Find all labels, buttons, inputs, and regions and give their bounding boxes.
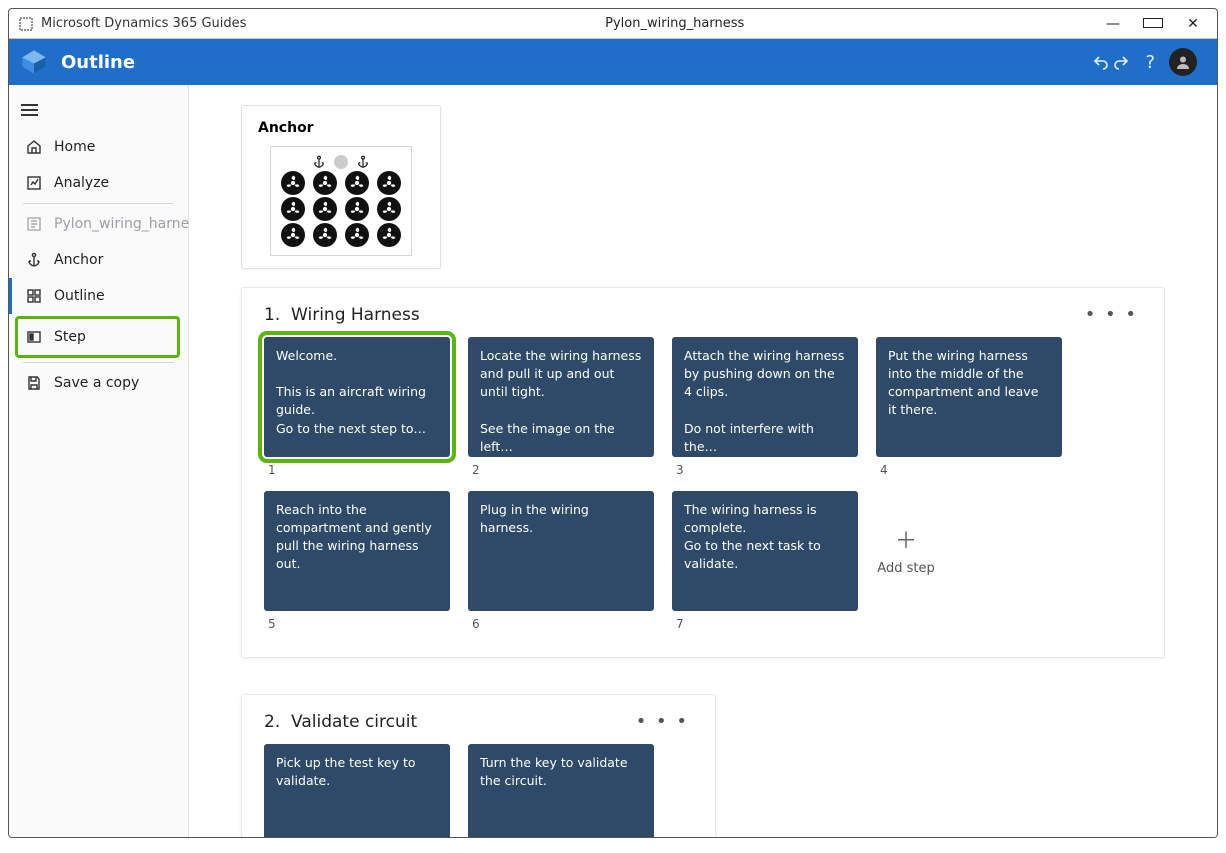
nav-divider-2 — [23, 362, 174, 363]
undo-button[interactable] — [1093, 54, 1109, 70]
step-number: 5 — [268, 617, 450, 631]
app-name: Microsoft Dynamics 365 Guides — [41, 16, 246, 31]
task-title: 2. Validate circuit — [264, 712, 417, 732]
anchor-icon — [312, 155, 326, 169]
step-card[interactable]: Turn the key to validate the circuit. — [468, 744, 654, 837]
add-step-button[interactable]: ＋Add step — [876, 491, 936, 576]
anchor-icon — [356, 155, 370, 169]
document-title: Pylon_wiring_harness — [246, 16, 1103, 31]
fan-row — [271, 197, 411, 221]
app-icon — [19, 17, 33, 31]
fan-icon — [313, 197, 337, 221]
step-card[interactable]: Pick up the test key to validate. — [264, 744, 450, 837]
main-canvas: Anchor 1. Wiring Harness • • • — [189, 85, 1217, 837]
task-section-1: 1. Wiring Harness • • • Welcome. This is… — [241, 287, 1165, 658]
window-controls: — ✕ — [1103, 16, 1213, 32]
nav-analyze-label: Analyze — [54, 175, 109, 191]
fan-icon — [281, 171, 305, 195]
anchor-icon — [26, 252, 42, 268]
step-number: 3 — [676, 463, 858, 477]
fan-icon — [281, 223, 305, 247]
step-number: 4 — [880, 463, 1062, 477]
step-card[interactable]: Welcome. This is an aircraft wiring guid… — [264, 337, 450, 457]
nav-step-label: Step — [54, 329, 86, 345]
nav-analyze[interactable]: Analyze — [9, 165, 188, 201]
step-card[interactable]: Plug in the wiring harness. — [468, 491, 654, 611]
step-icon — [26, 329, 42, 345]
step-number: 2 — [472, 463, 654, 477]
placeholder-icon — [334, 155, 348, 169]
nav-anchor[interactable]: Anchor — [9, 242, 188, 278]
anchor-card[interactable]: Anchor — [241, 105, 441, 269]
step-card[interactable]: Put the wiring harness into the middle o… — [876, 337, 1062, 457]
nav-anchor-label: Anchor — [54, 252, 103, 268]
fan-row — [271, 171, 411, 195]
anchor-card-title: Anchor — [258, 120, 424, 136]
page-title: Outline — [61, 52, 135, 73]
nav-guide-name[interactable]: Pylon_wiring_harness — [9, 206, 188, 242]
step-grid-2: Pick up the test key to validate.1Turn t… — [264, 744, 693, 837]
nav-save-copy-label: Save a copy — [54, 375, 139, 391]
maximize-button[interactable] — [1143, 16, 1163, 32]
fan-row — [271, 223, 411, 247]
step-number: 1 — [268, 463, 450, 477]
nav-save-copy[interactable]: Save a copy — [9, 365, 188, 401]
fan-icon — [281, 197, 305, 221]
fan-icon — [313, 223, 337, 247]
fan-icon — [345, 197, 369, 221]
fan-icon — [345, 171, 369, 195]
fan-icon — [377, 223, 401, 247]
task-more-button[interactable]: • • • — [632, 711, 693, 732]
minimize-button[interactable]: — — [1103, 16, 1123, 32]
help-button[interactable]: ? — [1145, 52, 1155, 73]
task-more-button[interactable]: • • • — [1081, 304, 1142, 325]
save-icon — [26, 375, 42, 391]
sidebar: Home Analyze Pylon_wiring_harness Anchor… — [9, 85, 189, 837]
nav-home[interactable]: Home — [9, 129, 188, 165]
outline-icon — [26, 288, 42, 304]
fan-icon — [313, 171, 337, 195]
app-window: Microsoft Dynamics 365 Guides Pylon_wiri… — [8, 8, 1218, 838]
app-body: Home Analyze Pylon_wiring_harness Anchor… — [9, 85, 1217, 837]
nav-outline-label: Outline — [54, 288, 105, 304]
step-number: 6 — [472, 617, 654, 631]
step-card[interactable]: Locate the wiring harness and pull it up… — [468, 337, 654, 457]
fan-icon — [377, 197, 401, 221]
close-button[interactable]: ✕ — [1183, 16, 1203, 32]
window-titlebar: Microsoft Dynamics 365 Guides Pylon_wiri… — [9, 9, 1217, 39]
step-card[interactable]: The wiring harness is complete. Go to th… — [672, 491, 858, 611]
task-title: 1. Wiring Harness — [264, 305, 420, 325]
step-card[interactable]: Attach the wiring harness by pushing dow… — [672, 337, 858, 457]
app-header: Outline ? — [9, 39, 1217, 85]
nav-step[interactable]: Step — [15, 316, 180, 358]
fan-icon — [345, 223, 369, 247]
hamburger-menu-button[interactable] — [9, 91, 188, 129]
nav-guide-label: Pylon_wiring_harness — [54, 216, 204, 232]
redo-button[interactable] — [1113, 54, 1129, 70]
step-card[interactable]: Reach into the compartment and gently pu… — [264, 491, 450, 611]
home-icon — [26, 139, 42, 155]
nav-home-label: Home — [54, 139, 95, 155]
step-grid-1: Welcome. This is an aircraft wiring guid… — [264, 337, 1142, 631]
header-logo — [19, 47, 49, 77]
fan-icon — [377, 171, 401, 195]
user-avatar[interactable] — [1169, 48, 1197, 76]
step-number: 7 — [676, 617, 858, 631]
nav-outline[interactable]: Outline — [9, 278, 188, 314]
nav-divider — [23, 203, 174, 204]
guide-icon — [26, 216, 42, 232]
anchor-preview — [270, 146, 412, 256]
task-section-2: 2. Validate circuit • • • Pick up the te… — [241, 694, 716, 837]
analyze-icon — [26, 175, 42, 191]
